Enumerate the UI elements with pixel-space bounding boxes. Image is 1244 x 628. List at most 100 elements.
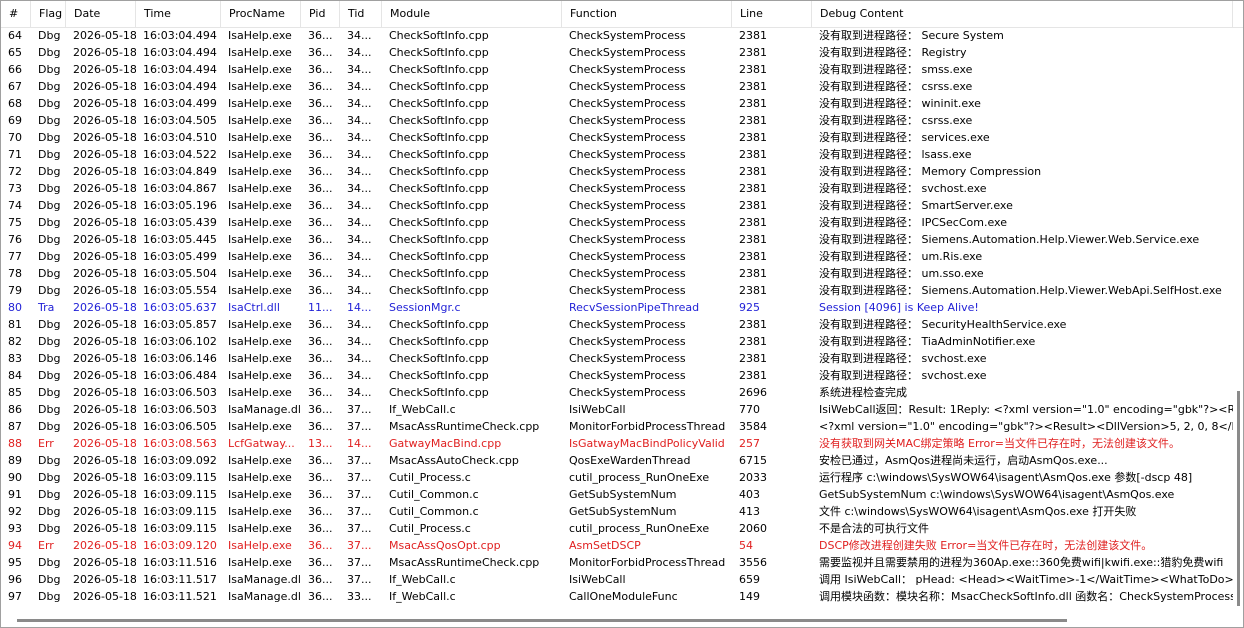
log-row[interactable]: 80 Tra 2026-05-18 16:03:05.637 IsaCtrl.dll 11… (1, 299, 1233, 316)
log-row[interactable]: 66 Dbg 2026-05-18 16:03:04.494 IsaHelp.exe 36… (1, 61, 1233, 78)
log-row[interactable]: 83 Dbg 2026-05-18 16:03:06.146 IsaHelp.exe 36… (1, 350, 1233, 367)
log-row[interactable]: 79 Dbg 2026-05-18 16:03:05.554 IsaHelp.exe 36… (1, 282, 1233, 299)
cell-date: 2026-05-18 (73, 386, 136, 399)
cell-line: 2381 (739, 267, 767, 280)
cell-tid: 37... (347, 573, 372, 586)
log-row[interactable]: 87 Dbg 2026-05-18 16:03:06.505 IsaHelp.exe 36… (1, 418, 1233, 435)
cell-procname: IsaHelp.exe (228, 539, 292, 552)
cell-pid: 36... (308, 590, 333, 603)
cell-line: 2381 (739, 318, 767, 331)
cell-tid: 37... (347, 539, 372, 552)
cell-index: 78 (8, 267, 22, 280)
log-row[interactable]: 82 Dbg 2026-05-18 16:03:06.102 IsaHelp.exe 36… (1, 333, 1233, 350)
cell-index: 96 (8, 573, 22, 586)
log-row[interactable]: 81 Dbg 2026-05-18 16:03:05.857 IsaHelp.exe 36… (1, 316, 1233, 333)
col-header-index[interactable]: # (1, 1, 31, 27)
cell-time: 16:03:06.102 (143, 335, 217, 348)
cell-line: 2381 (739, 131, 767, 144)
cell-debug-content: 没有取到进程路径： SecurityHealthService.exe (819, 318, 1067, 331)
cell-pid: 36... (308, 199, 333, 212)
col-header-procname[interactable]: ProcName (221, 1, 301, 27)
log-list[interactable]: 64 Dbg 2026-05-18 16:03:04.494 IsaHelp.exe 36… (1, 27, 1233, 605)
cell-tid: 34... (347, 318, 372, 331)
cell-flag: Tra (38, 301, 55, 314)
cell-module: MsacAssQosOpt.cpp (389, 539, 501, 552)
cell-pid: 36... (308, 488, 333, 501)
cell-date: 2026-05-18 (73, 471, 136, 484)
col-header-pid[interactable]: Pid (301, 1, 340, 27)
cell-debug-content: 没有取到进程路径： svchost.exe (819, 369, 987, 382)
log-row[interactable]: 92 Dbg 2026-05-18 16:03:09.115 IsaHelp.exe 36… (1, 503, 1233, 520)
log-row[interactable]: 71 Dbg 2026-05-18 16:03:04.522 IsaHelp.exe 36… (1, 146, 1233, 163)
log-row[interactable]: 65 Dbg 2026-05-18 16:03:04.494 IsaHelp.exe 36… (1, 44, 1233, 61)
cell-module: Cutil_Common.c (389, 488, 479, 501)
cell-procname: IsaManage.dll (228, 590, 301, 603)
vertical-scroll-thumb[interactable] (1237, 391, 1240, 606)
log-row[interactable]: 86 Dbg 2026-05-18 16:03:06.503 IsaManage.dll… (1, 401, 1233, 418)
cell-line: 2381 (739, 250, 767, 263)
log-row[interactable]: 94 Err 2026-05-18 16:03:09.120 IsaHelp.exe 36… (1, 537, 1233, 554)
cell-function: CheckSystemProcess (569, 148, 686, 161)
cell-flag: Dbg (38, 522, 61, 535)
log-row[interactable]: 74 Dbg 2026-05-18 16:03:05.196 IsaHelp.exe 36… (1, 197, 1233, 214)
log-row[interactable]: 90 Dbg 2026-05-18 16:03:09.115 IsaHelp.exe 36… (1, 469, 1233, 486)
cell-tid: 34... (347, 233, 372, 246)
cell-date: 2026-05-18 (73, 46, 136, 59)
log-row[interactable]: 69 Dbg 2026-05-18 16:03:04.505 IsaHelp.exe 36… (1, 112, 1233, 129)
cell-date: 2026-05-18 (73, 199, 136, 212)
cell-tid: 34... (347, 80, 372, 93)
cell-tid: 34... (347, 335, 372, 348)
log-row[interactable]: 73 Dbg 2026-05-18 16:03:04.867 IsaHelp.exe 36… (1, 180, 1233, 197)
col-header-tid[interactable]: Tid (340, 1, 382, 27)
log-row[interactable]: 97 Dbg 2026-05-18 16:03:11.521 IsaManage.dll… (1, 588, 1233, 605)
log-row[interactable]: 70 Dbg 2026-05-18 16:03:04.510 IsaHelp.exe 36… (1, 129, 1233, 146)
cell-tid: 37... (347, 505, 372, 518)
cell-index: 85 (8, 386, 22, 399)
cell-flag: Dbg (38, 471, 61, 484)
cell-pid: 36... (308, 403, 333, 416)
log-row[interactable]: 68 Dbg 2026-05-18 16:03:04.499 IsaHelp.exe 36… (1, 95, 1233, 112)
cell-module: CheckSoftInfo.cpp (389, 267, 489, 280)
log-row[interactable]: 89 Dbg 2026-05-18 16:03:09.092 IsaHelp.exe 36… (1, 452, 1233, 469)
horizontal-scroll-thumb[interactable] (17, 619, 1067, 622)
log-row[interactable]: 84 Dbg 2026-05-18 16:03:06.484 IsaHelp.exe 36… (1, 367, 1233, 384)
log-row[interactable]: 96 Dbg 2026-05-18 16:03:11.517 IsaManage.dll… (1, 571, 1233, 588)
cell-tid: 37... (347, 403, 372, 416)
cell-tid: 37... (347, 454, 372, 467)
cell-time: 16:03:06.484 (143, 369, 217, 382)
col-header-date[interactable]: Date (66, 1, 136, 27)
log-row[interactable]: 75 Dbg 2026-05-18 16:03:05.439 IsaHelp.exe 36… (1, 214, 1233, 231)
cell-pid: 13... (308, 437, 333, 450)
cell-debug-content: 没有取到进程路径： svchost.exe (819, 352, 987, 365)
cell-time: 16:03:04.522 (143, 148, 217, 161)
log-row[interactable]: 77 Dbg 2026-05-18 16:03:05.499 IsaHelp.exe 36… (1, 248, 1233, 265)
log-row[interactable]: 93 Dbg 2026-05-18 16:03:09.115 IsaHelp.exe 36… (1, 520, 1233, 537)
col-header-time[interactable]: Time (136, 1, 221, 27)
col-header-line[interactable]: Line (732, 1, 812, 27)
col-header-flag[interactable]: Flag (31, 1, 66, 27)
cell-line: 2381 (739, 114, 767, 127)
cell-debug-content: 没有取到进程路径： Memory Compression (819, 165, 1042, 178)
log-row[interactable]: 88 Err 2026-05-18 16:03:08.563 LcfGatway... 1… (1, 435, 1233, 452)
cell-line: 2381 (739, 97, 767, 110)
log-row[interactable]: 67 Dbg 2026-05-18 16:03:04.494 IsaHelp.exe 36… (1, 78, 1233, 95)
log-row[interactable]: 91 Dbg 2026-05-18 16:03:09.115 IsaHelp.exe 36… (1, 486, 1233, 503)
horizontal-scrollbar[interactable] (1, 615, 1233, 627)
vertical-scrollbar[interactable] (1233, 27, 1243, 615)
log-row[interactable]: 72 Dbg 2026-05-18 16:03:04.849 IsaHelp.exe 36… (1, 163, 1233, 180)
col-header-module[interactable]: Module (382, 1, 562, 27)
log-row[interactable]: 76 Dbg 2026-05-18 16:03:05.445 IsaHelp.exe 36… (1, 231, 1233, 248)
col-header-debug-content[interactable]: Debug Content (812, 1, 1233, 27)
cell-module: GatwayMacBind.cpp (389, 437, 502, 450)
log-row[interactable]: 78 Dbg 2026-05-18 16:03:05.504 IsaHelp.exe 36… (1, 265, 1233, 282)
cell-tid: 34... (347, 182, 372, 195)
cell-flag: Dbg (38, 148, 61, 161)
log-row[interactable]: 95 Dbg 2026-05-18 16:03:11.516 IsaHelp.exe 36… (1, 554, 1233, 571)
cell-flag: Dbg (38, 46, 61, 59)
cell-pid: 36... (308, 182, 333, 195)
col-header-function[interactable]: Function (562, 1, 732, 27)
log-row[interactable]: 85 Dbg 2026-05-18 16:03:06.503 IsaHelp.exe 36… (1, 384, 1233, 401)
log-row[interactable]: 64 Dbg 2026-05-18 16:03:04.494 IsaHelp.exe 36… (1, 27, 1233, 44)
cell-time: 16:03:05.439 (143, 216, 217, 229)
cell-module: MsacAssAutoCheck.cpp (389, 454, 519, 467)
